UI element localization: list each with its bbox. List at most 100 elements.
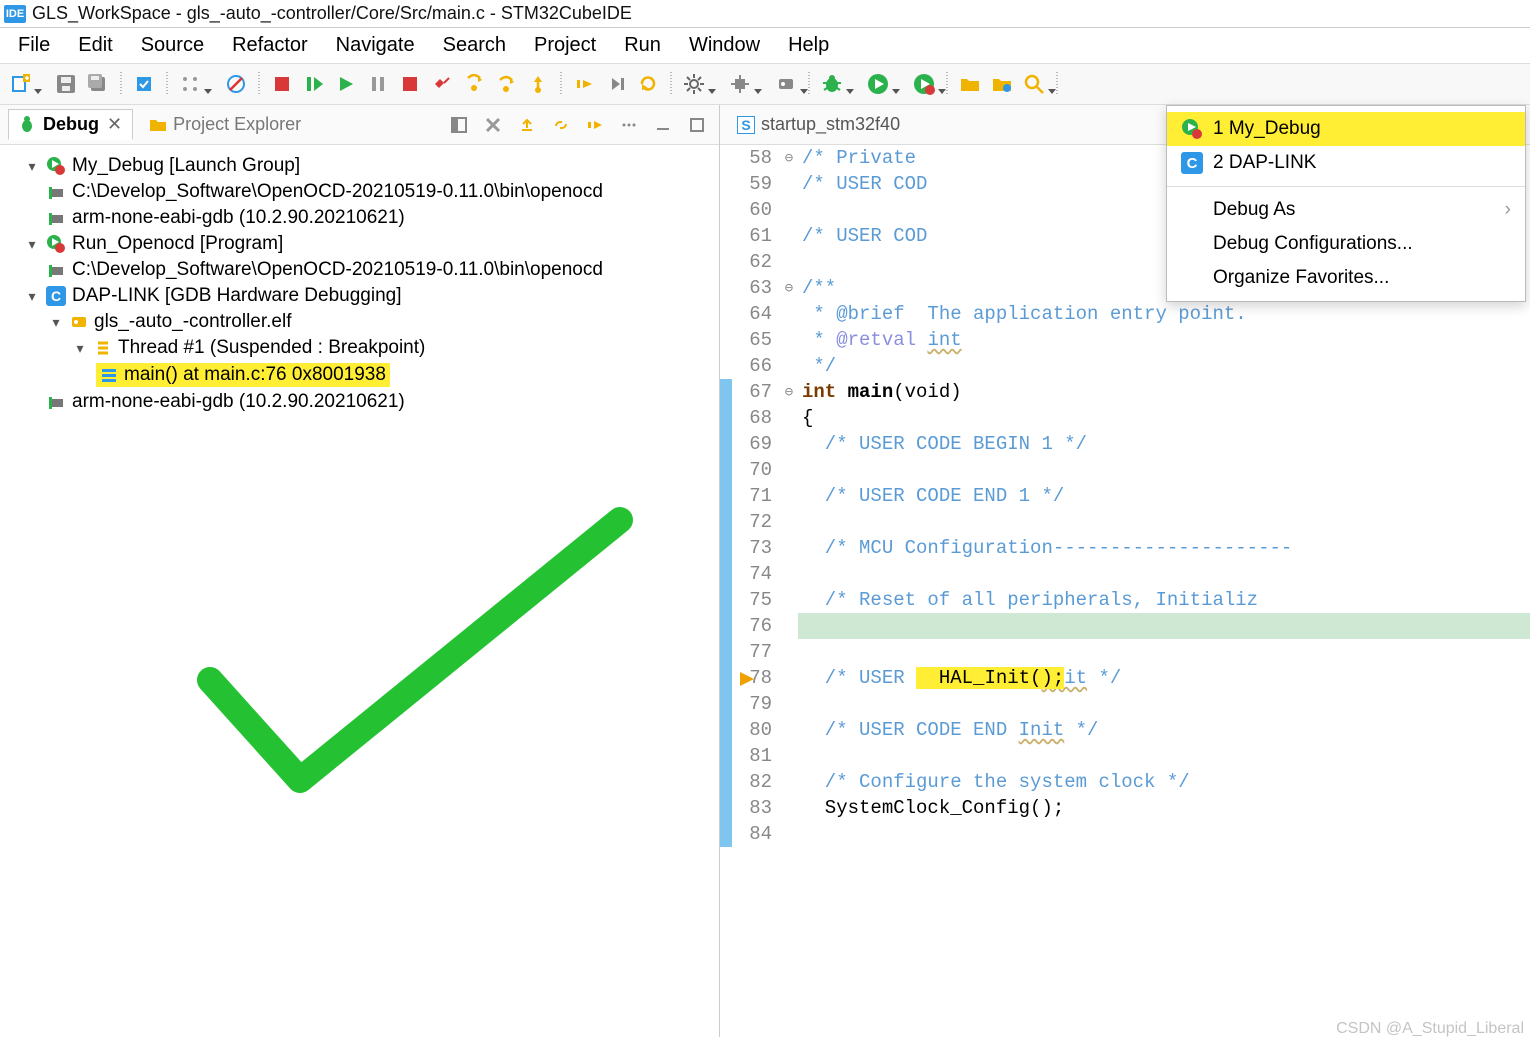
step-into-icon[interactable] (460, 70, 488, 98)
board-icon[interactable] (772, 70, 800, 98)
fold-minus-icon[interactable]: ⊖ (780, 379, 798, 405)
target-board-icon (70, 313, 88, 331)
menu-file[interactable]: File (18, 34, 50, 57)
stop2-icon[interactable] (396, 70, 424, 98)
tree-label: main() at main.c:76 0x8001938 (124, 364, 386, 386)
toolbar-divider (1056, 72, 1058, 96)
tree-label: My_Debug [Launch Group] (72, 155, 300, 177)
folder-small-icon (149, 116, 167, 134)
fold-minus-icon[interactable]: ⊖ (780, 275, 798, 301)
launch-group-icon[interactable] (910, 70, 938, 98)
no-connect-icon[interactable] (222, 70, 250, 98)
search-icon[interactable] (1020, 70, 1048, 98)
build-icon[interactable] (130, 70, 158, 98)
tree-row-runopenocd[interactable]: ▾ Run_Openocd [Program] (4, 231, 715, 257)
chevron-down-icon[interactable]: ▾ (24, 158, 40, 175)
reset-icon[interactable] (602, 70, 630, 98)
dropdown-item-debug-config[interactable]: Debug Configurations... (1167, 227, 1525, 261)
gear-icon[interactable] (680, 70, 708, 98)
instr-step-icon[interactable] (581, 111, 609, 139)
line-number-gutter: 585960 616263 646566 676869 707172 73747… (732, 145, 780, 1037)
dots-icon[interactable] (176, 70, 204, 98)
save-icon[interactable] (52, 70, 80, 98)
chevron-right-icon: › (1505, 199, 1511, 221)
step-instr-icon[interactable] (570, 70, 598, 98)
open-folder-icon[interactable] (956, 70, 984, 98)
view-menu-icon[interactable] (615, 111, 643, 139)
target-icon (48, 393, 66, 411)
tree-label: gls_-auto_-controller.elf (94, 311, 292, 333)
svg-text:C: C (1187, 155, 1198, 172)
bug-icon[interactable] (818, 70, 846, 98)
window-title: GLS_WorkSpace - gls_-auto_-controller/Co… (32, 3, 632, 24)
chevron-down-icon[interactable]: ▾ (24, 236, 40, 253)
minimize-icon[interactable] (649, 111, 677, 139)
main-area: Debug ✕ Project Explorer ▾ (0, 105, 1530, 1037)
save-all-icon[interactable] (84, 70, 112, 98)
run-dropdown-menu: 1 My_Debug C 2 DAP-LINK Debug As › Debug… (1166, 105, 1526, 302)
tree-label: Thread #1 (Suspended : Breakpoint) (118, 337, 425, 359)
menu-window[interactable]: Window (689, 34, 760, 57)
debug-panel-tabs: Debug ✕ Project Explorer (0, 105, 719, 145)
dropdown-item-debug-as[interactable]: Debug As › (1167, 193, 1525, 227)
resume-icon[interactable] (300, 70, 328, 98)
collapse-all-icon[interactable] (513, 111, 541, 139)
remove-all-icon[interactable] (479, 111, 507, 139)
pause-icon[interactable] (364, 70, 392, 98)
tab-debug-close[interactable]: ✕ (105, 114, 124, 135)
main-toolbar (0, 64, 1530, 105)
debug-tree[interactable]: ▾ My_Debug [Launch Group] C:\Develop_Sof… (0, 145, 719, 1037)
restart-icon[interactable] (634, 70, 662, 98)
tree-row-frame[interactable]: main() at main.c:76 0x8001938 (4, 361, 715, 389)
tree-label: C:\Develop_Software\OpenOCD-20210519-0.1… (72, 181, 603, 203)
menu-run[interactable]: Run (624, 34, 661, 57)
editor-tab-startup[interactable]: S startup_stm32f40 (728, 109, 909, 140)
c-debug-icon: C (46, 286, 66, 306)
dropdown-item-daplink[interactable]: C 2 DAP-LINK (1167, 146, 1525, 180)
step-return-icon[interactable] (524, 70, 552, 98)
menu-help[interactable]: Help (788, 34, 829, 57)
fold-gutter: ⊖ ⊖ ⊖ (780, 145, 798, 1037)
open-project-icon[interactable] (988, 70, 1016, 98)
tree-row-launchgroup[interactable]: ▾ My_Debug [Launch Group] (4, 153, 715, 179)
tab-project-explorer[interactable]: Project Explorer (141, 110, 309, 139)
menu-refactor[interactable]: Refactor (232, 34, 308, 57)
dropdown-item-mydebug[interactable]: 1 My_Debug (1167, 112, 1525, 146)
chevron-down-icon[interactable]: ▾ (72, 340, 88, 357)
tab-explorer-label: Project Explorer (173, 114, 301, 135)
bug-small-icon (17, 115, 37, 135)
menu-project[interactable]: Project (534, 34, 596, 57)
new-icon[interactable] (6, 70, 34, 98)
current-line[interactable]: HAL_Init(); (798, 613, 1530, 639)
tree-row-elf[interactable]: ▾ gls_-auto_-controller.elf (4, 309, 715, 335)
tree-row-daplink[interactable]: ▾ C DAP-LINK [GDB Hardware Debugging] (4, 283, 715, 309)
chip-icon[interactable] (726, 70, 754, 98)
disconnect-icon[interactable] (428, 70, 456, 98)
chevron-down-icon[interactable]: ▾ (48, 314, 64, 331)
tree-row-gdb2[interactable]: arm-none-eabi-gdb (10.2.90.20210621) (4, 389, 715, 415)
menu-source[interactable]: Source (141, 34, 204, 57)
layout-icon[interactable] (445, 111, 473, 139)
run-icon[interactable] (332, 70, 360, 98)
toolbar-divider (808, 72, 810, 96)
maximize-icon[interactable] (683, 111, 711, 139)
link-icon[interactable] (547, 111, 575, 139)
menu-navigate[interactable]: Navigate (336, 34, 415, 57)
tab-debug-label: Debug (43, 114, 99, 135)
tree-row-openocd[interactable]: C:\Develop_Software\OpenOCD-20210519-0.1… (4, 179, 715, 205)
chevron-down-icon[interactable]: ▾ (24, 288, 40, 305)
instruction-pointer-icon (740, 620, 877, 738)
launch-program-icon (46, 234, 66, 254)
tab-debug[interactable]: Debug ✕ (8, 109, 133, 140)
play-circle-icon[interactable] (864, 70, 892, 98)
tree-row-gdb1[interactable]: arm-none-eabi-gdb (10.2.90.20210621) (4, 205, 715, 231)
tree-row-thread[interactable]: ▾ Thread #1 (Suspended : Breakpoint) (4, 335, 715, 361)
menu-edit[interactable]: Edit (78, 34, 112, 57)
stop-icon[interactable] (268, 70, 296, 98)
tree-row-openocd2[interactable]: C:\Develop_Software\OpenOCD-20210519-0.1… (4, 257, 715, 283)
fold-minus-icon[interactable]: ⊖ (780, 145, 798, 171)
step-over-icon[interactable] (492, 70, 520, 98)
dropdown-item-organize[interactable]: Organize Favorites... (1167, 261, 1525, 295)
menu-search[interactable]: Search (443, 34, 506, 57)
svg-text:C: C (51, 288, 61, 304)
